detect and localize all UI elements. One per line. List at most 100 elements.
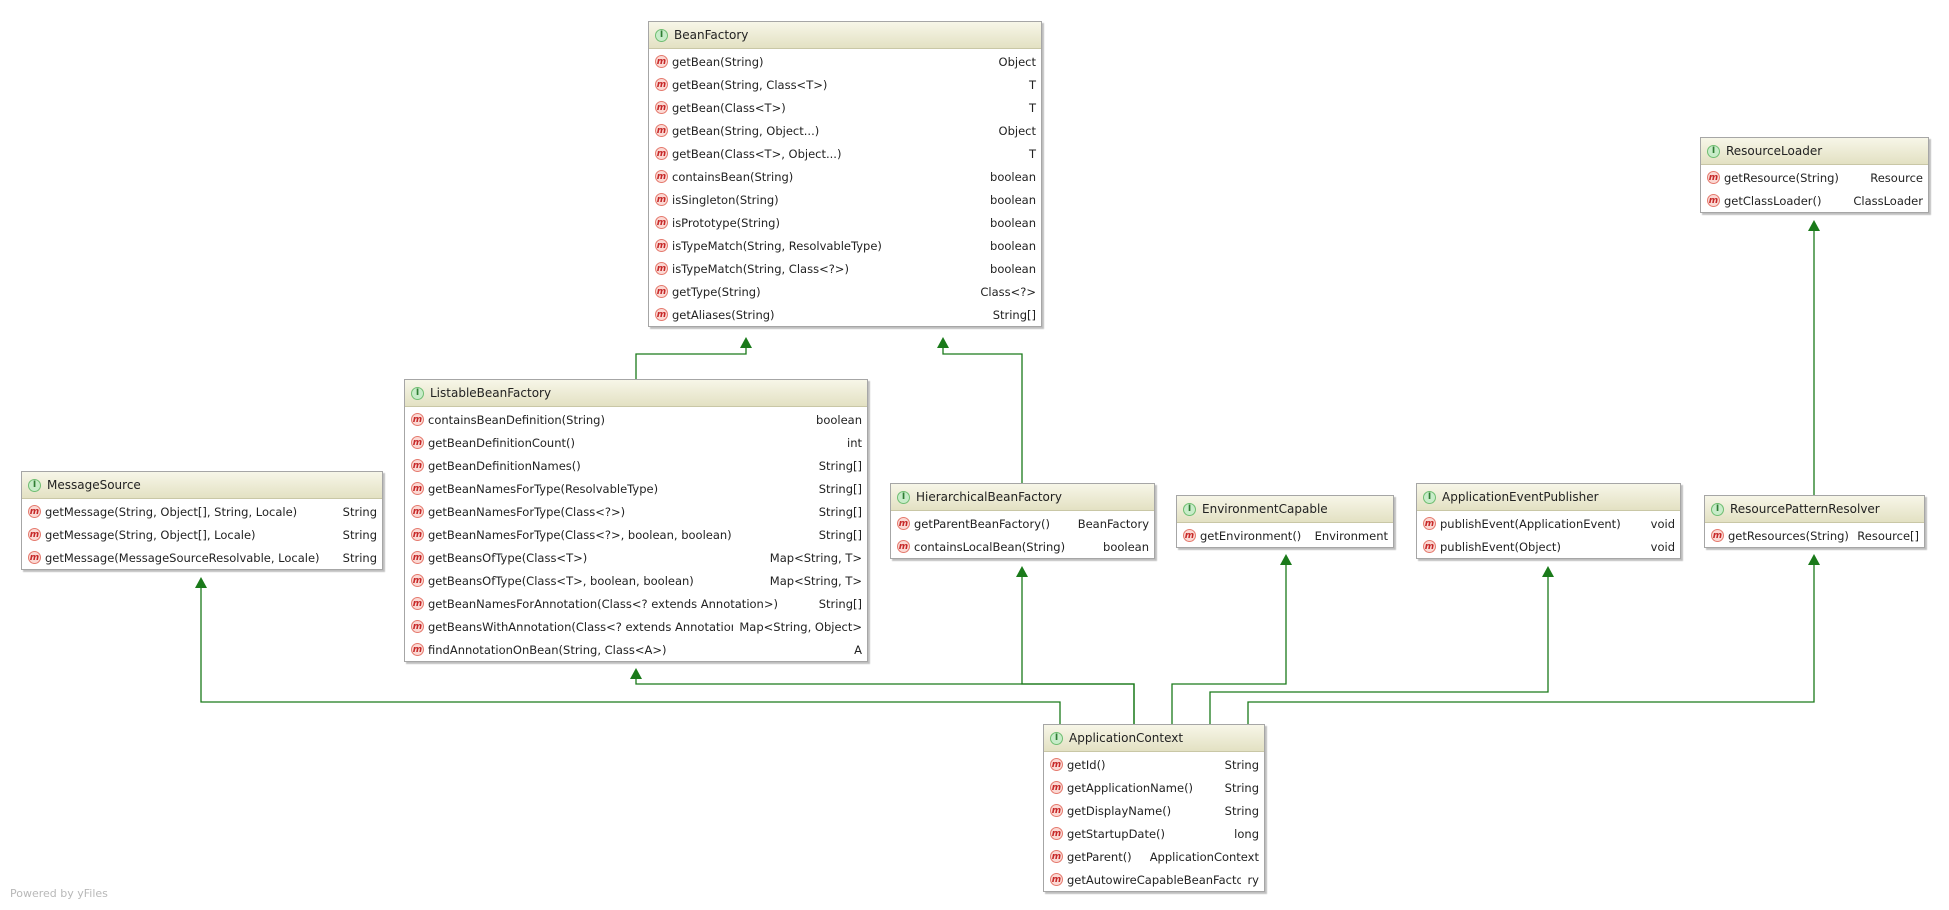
method-icon: m <box>655 55 668 68</box>
edge-line <box>635 678 1135 724</box>
method-return-type: String <box>342 504 377 519</box>
method-row[interactable]: m getBeansWithAnnotation(Class<? extends … <box>405 615 867 638</box>
method-row[interactable]: m findAnnotationOnBean(String, Class<A>) A <box>405 638 867 661</box>
method-signature: getMessage(MessageSourceResolvable, Loca… <box>45 550 320 565</box>
method-row[interactable]: m isSingleton(String) boolean <box>649 188 1041 211</box>
method-return-type: String <box>342 527 377 542</box>
method-signature: getResources(String) <box>1728 528 1849 543</box>
method-row[interactable]: m isTypeMatch(String, ResolvableType) bool… <box>649 234 1041 257</box>
node-applicationcontext[interactable]: I ApplicationContext m getId() String m getA… <box>1043 724 1265 892</box>
method-row[interactable]: m getApplicationName() String <box>1044 776 1264 799</box>
method-row[interactable]: m publishEvent(ApplicationEvent) void <box>1417 512 1680 535</box>
method-row[interactable]: m getParentBeanFactory() BeanFactory <box>891 512 1154 535</box>
method-row[interactable]: m getBeanDefinitionNames() String[] <box>405 454 867 477</box>
method-signature: getBeanNamesForType(Class<?>, boolean, b… <box>428 527 732 542</box>
node-header: I ListableBeanFactory <box>405 380 867 407</box>
method-return-type: void <box>1650 539 1675 554</box>
node-environmentcapable[interactable]: I EnvironmentCapable m getEnvironment() En… <box>1176 495 1394 548</box>
method-row[interactable]: m containsLocalBean(String) boolean <box>891 535 1154 558</box>
method-row[interactable]: m getAliases(String) String[] <box>649 303 1041 326</box>
method-signature: publishEvent(Object) <box>1440 539 1561 554</box>
method-row[interactable]: m getBeanDefinitionCount() int <box>405 431 867 454</box>
method-row[interactable]: m getBeanNamesForType(ResolvableType) Stri… <box>405 477 867 500</box>
method-icon: m <box>411 482 424 495</box>
method-row[interactable]: m getParent() ApplicationContext <box>1044 845 1264 868</box>
method-row[interactable]: m getMessage(String, Object[], String, Lo… <box>22 500 382 523</box>
method-row[interactable]: m getBeansOfType(Class<T>, boolean, boole… <box>405 569 867 592</box>
method-row[interactable]: m getClassLoader() ClassLoader <box>1701 189 1928 212</box>
node-header: I ApplicationContext <box>1044 725 1264 752</box>
method-icon: m <box>655 239 668 252</box>
method-icon: m <box>1423 517 1436 530</box>
interface-icon: I <box>897 490 910 504</box>
node-title: BeanFactory <box>674 28 749 42</box>
edge-appcontext-to-eventpublisher <box>1209 566 1554 724</box>
method-row[interactable]: m getBean(String, Class<T>) T <box>649 73 1041 96</box>
node-beanfactory[interactable]: I BeanFactory m getBean(String) Object m get… <box>648 21 1042 327</box>
node-header: I BeanFactory <box>649 22 1041 49</box>
method-signature: getStartupDate() <box>1067 826 1166 841</box>
method-signature: getApplicationName() <box>1067 780 1194 795</box>
method-icon: m <box>411 413 424 426</box>
method-row[interactable]: m getResources(String) Resource[] <box>1705 524 1924 547</box>
node-listablebeanfactory[interactable]: I ListableBeanFactory m containsBeanDefin… <box>404 379 868 662</box>
node-resourceloader[interactable]: I ResourceLoader m getResource(String) Res… <box>1700 137 1929 213</box>
method-signature: getParent() <box>1067 849 1132 864</box>
node-messagesource[interactable]: I MessageSource m getMessage(String, Obje… <box>21 471 383 570</box>
method-list: m getEnvironment() Environment <box>1177 523 1393 547</box>
method-row[interactable]: m getBeanNamesForType(Class<?>, boolean, … <box>405 523 867 546</box>
node-title: ResourcePatternResolver <box>1730 502 1880 516</box>
node-applicationeventpublisher[interactable]: I ApplicationEventPublisher m publishEven… <box>1416 483 1681 559</box>
method-row[interactable]: m containsBean(String) boolean <box>649 165 1041 188</box>
method-return-type: Environment <box>1314 528 1388 543</box>
method-icon: m <box>28 551 41 564</box>
method-return-type: ClassLoader <box>1853 193 1923 208</box>
method-row[interactable]: m getResource(String) Resource <box>1701 166 1928 189</box>
node-header: I MessageSource <box>22 472 382 499</box>
method-return-type: boolean <box>990 238 1036 253</box>
node-resourcepatternresolver[interactable]: I ResourcePatternResolver m getResources(… <box>1704 495 1925 548</box>
method-icon: m <box>1050 781 1063 794</box>
method-row[interactable]: m getBeanNamesForType(Class<?>) String[] <box>405 500 867 523</box>
edge-appcontext-to-hierarchical <box>1016 566 1135 724</box>
method-return-type: String <box>1224 780 1259 795</box>
method-row[interactable]: m getMessage(MessageSourceResolvable, Loc… <box>22 546 382 569</box>
method-row[interactable]: m getBean(String, Object...) Object <box>649 119 1041 142</box>
method-row[interactable]: m isPrototype(String) boolean <box>649 211 1041 234</box>
method-icon: m <box>411 528 424 541</box>
method-signature: getEnvironment() <box>1200 528 1302 543</box>
node-hierarchicalbeanfactory[interactable]: I HierarchicalBeanFactory m getParentBean… <box>890 483 1155 559</box>
method-row[interactable]: m getId() String <box>1044 753 1264 776</box>
method-return-type: T <box>1028 77 1036 92</box>
method-row[interactable]: m getType(String) Class<?> <box>649 280 1041 303</box>
method-row[interactable]: m containsBeanDefinition(String) boolean <box>405 408 867 431</box>
method-row[interactable]: m getBean(Class<T>, Object...) T <box>649 142 1041 165</box>
method-row[interactable]: m getDisplayName() String <box>1044 799 1264 822</box>
method-row[interactable]: m isTypeMatch(String, Class<?>) boolean <box>649 257 1041 280</box>
method-return-type: String <box>1224 803 1259 818</box>
method-row[interactable]: m getStartupDate() long <box>1044 822 1264 845</box>
method-row[interactable]: m getBean(Class<T>) T <box>649 96 1041 119</box>
method-row[interactable]: m getMessage(String, Object[], Locale) Str… <box>22 523 382 546</box>
method-signature: getBeansWithAnnotation(Class<? extends A… <box>428 619 734 634</box>
method-icon: m <box>655 101 668 114</box>
method-row[interactable]: m getBean(String) Object <box>649 50 1041 73</box>
node-title: ApplicationContext <box>1069 731 1184 745</box>
method-signature: getBean(String, Class<T>) <box>672 77 828 92</box>
method-signature: getBeanNamesForType(ResolvableType) <box>428 481 659 496</box>
method-return-type: ry <box>1247 872 1259 887</box>
method-row[interactable]: m getEnvironment() Environment <box>1177 524 1393 547</box>
method-signature: getAutowireCapableBeanFactory() <box>1067 872 1242 887</box>
method-row[interactable]: m getBeansOfType(Class<T>) Map<String, T> <box>405 546 867 569</box>
method-return-type: boolean <box>1103 539 1149 554</box>
method-return-type: boolean <box>990 261 1036 276</box>
method-icon: m <box>655 147 668 160</box>
method-row[interactable]: m publishEvent(Object) void <box>1417 535 1680 558</box>
method-icon: m <box>411 505 424 518</box>
method-icon: m <box>1423 540 1436 553</box>
method-return-type: String <box>342 550 377 565</box>
method-row[interactable]: m getAutowireCapableBeanFactory() ry <box>1044 868 1264 891</box>
method-icon: m <box>411 436 424 449</box>
method-row[interactable]: m getBeanNamesForAnnotation(Class<? exten… <box>405 592 867 615</box>
method-return-type: BeanFactory <box>1077 516 1149 531</box>
